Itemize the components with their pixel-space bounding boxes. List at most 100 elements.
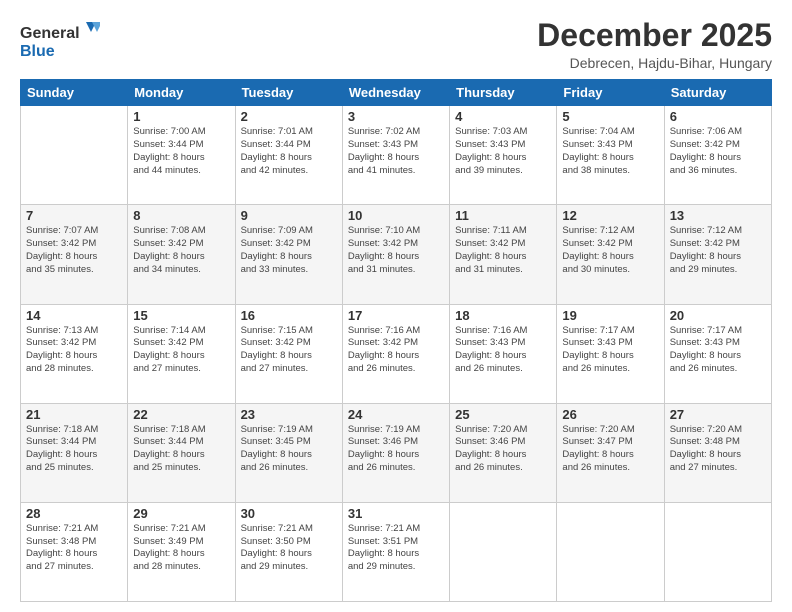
calendar-table: SundayMondayTuesdayWednesdayThursdayFrid… bbox=[20, 79, 772, 602]
day-info: Sunrise: 7:01 AM Sunset: 3:44 PM Dayligh… bbox=[241, 126, 337, 177]
calendar-day-cell: 3Sunrise: 7:02 AM Sunset: 3:43 PM Daylig… bbox=[342, 106, 449, 205]
logo-svg: General Blue bbox=[20, 18, 100, 64]
day-info: Sunrise: 7:03 AM Sunset: 3:43 PM Dayligh… bbox=[455, 126, 551, 177]
calendar-day-cell: 29 Sunrise: 7:21 AM Sunset: 3:49 PM Dayli… bbox=[128, 502, 235, 601]
calendar-week-row: 28Sunrise: 7:21 AM Sunset: 3:48 PM Dayli… bbox=[21, 502, 772, 601]
calendar-day-cell: 6 Sunrise: 7:06 AM Sunset: 3:42 PM Daylig… bbox=[664, 106, 771, 205]
day-number: 26 bbox=[562, 407, 658, 422]
calendar-week-row: 1Sunrise: 7:00 AM Sunset: 3:44 PM Daylig… bbox=[21, 106, 772, 205]
day-number: 17 bbox=[348, 308, 444, 323]
calendar-day-header: Tuesday bbox=[235, 80, 342, 106]
calendar-day-cell: 20Sunrise: 7:17 AM Sunset: 3:43 PM Dayli… bbox=[664, 304, 771, 403]
calendar-day-cell bbox=[664, 502, 771, 601]
day-number: 19 bbox=[562, 308, 658, 323]
day-number: 7 bbox=[26, 208, 122, 223]
day-info: Sunrise: 7:13 AM Sunset: 3:42 PM Dayligh… bbox=[26, 325, 122, 376]
calendar-day-cell: 24Sunrise: 7:19 AM Sunset: 3:46 PM Dayli… bbox=[342, 403, 449, 502]
calendar-day-cell: 13 Sunrise: 7:12 AM Sunset: 3:42 PM Dayli… bbox=[664, 205, 771, 304]
calendar-day-cell: 15Sunrise: 7:14 AM Sunset: 3:42 PM Dayli… bbox=[128, 304, 235, 403]
calendar-day-cell: 25 Sunrise: 7:20 AM Sunset: 3:46 PM Dayli… bbox=[450, 403, 557, 502]
day-number: 18 bbox=[455, 308, 551, 323]
calendar-day-cell: 8 Sunrise: 7:08 AM Sunset: 3:42 PM Daylig… bbox=[128, 205, 235, 304]
day-info: Sunrise: 7:00 AM Sunset: 3:44 PM Dayligh… bbox=[133, 126, 229, 177]
day-number: 5 bbox=[562, 109, 658, 124]
day-number: 15 bbox=[133, 308, 229, 323]
calendar-day-cell bbox=[21, 106, 128, 205]
calendar-day-cell: 11Sunrise: 7:11 AM Sunset: 3:42 PM Dayli… bbox=[450, 205, 557, 304]
calendar-day-cell bbox=[557, 502, 664, 601]
day-info: Sunrise: 7:18 AM Sunset: 3:44 PM Dayligh… bbox=[133, 424, 229, 475]
day-info: Sunrise: 7:20 AM Sunset: 3:47 PM Dayligh… bbox=[562, 424, 658, 475]
calendar-day-cell: 19 Sunrise: 7:17 AM Sunset: 3:43 PM Dayli… bbox=[557, 304, 664, 403]
calendar-week-row: 21 Sunrise: 7:18 AM Sunset: 3:44 PM Dayli… bbox=[21, 403, 772, 502]
day-number: 29 bbox=[133, 506, 229, 521]
day-info: Sunrise: 7:19 AM Sunset: 3:45 PM Dayligh… bbox=[241, 424, 337, 475]
day-info: Sunrise: 7:17 AM Sunset: 3:43 PM Dayligh… bbox=[562, 325, 658, 376]
day-info: Sunrise: 7:16 AM Sunset: 3:43 PM Dayligh… bbox=[455, 325, 551, 376]
calendar-day-header: Thursday bbox=[450, 80, 557, 106]
header: General Blue December 2025 Debrecen, Haj… bbox=[20, 18, 772, 71]
logo: General Blue bbox=[20, 18, 100, 64]
day-number: 2 bbox=[241, 109, 337, 124]
day-info: Sunrise: 7:16 AM Sunset: 3:42 PM Dayligh… bbox=[348, 325, 444, 376]
month-title: December 2025 bbox=[537, 18, 772, 53]
day-info: Sunrise: 7:19 AM Sunset: 3:46 PM Dayligh… bbox=[348, 424, 444, 475]
calendar-day-cell: 26 Sunrise: 7:20 AM Sunset: 3:47 PM Dayli… bbox=[557, 403, 664, 502]
day-info: Sunrise: 7:06 AM Sunset: 3:42 PM Dayligh… bbox=[670, 126, 766, 177]
day-number: 20 bbox=[670, 308, 766, 323]
day-info: Sunrise: 7:12 AM Sunset: 3:42 PM Dayligh… bbox=[562, 225, 658, 276]
day-number: 16 bbox=[241, 308, 337, 323]
calendar-day-cell: 4 Sunrise: 7:03 AM Sunset: 3:43 PM Daylig… bbox=[450, 106, 557, 205]
day-info: Sunrise: 7:12 AM Sunset: 3:42 PM Dayligh… bbox=[670, 225, 766, 276]
location-subtitle: Debrecen, Hajdu-Bihar, Hungary bbox=[537, 55, 772, 71]
calendar-day-cell: 28Sunrise: 7:21 AM Sunset: 3:48 PM Dayli… bbox=[21, 502, 128, 601]
day-number: 8 bbox=[133, 208, 229, 223]
calendar-day-cell: 31 Sunrise: 7:21 AM Sunset: 3:51 PM Dayli… bbox=[342, 502, 449, 601]
day-info: Sunrise: 7:07 AM Sunset: 3:42 PM Dayligh… bbox=[26, 225, 122, 276]
calendar-day-cell: 9Sunrise: 7:09 AM Sunset: 3:42 PM Daylig… bbox=[235, 205, 342, 304]
day-info: Sunrise: 7:21 AM Sunset: 3:51 PM Dayligh… bbox=[348, 523, 444, 574]
day-number: 28 bbox=[26, 506, 122, 521]
calendar-day-header: Sunday bbox=[21, 80, 128, 106]
title-section: December 2025 Debrecen, Hajdu-Bihar, Hun… bbox=[537, 18, 772, 71]
day-number: 22 bbox=[133, 407, 229, 422]
day-info: Sunrise: 7:20 AM Sunset: 3:46 PM Dayligh… bbox=[455, 424, 551, 475]
calendar-day-cell: 27 Sunrise: 7:20 AM Sunset: 3:48 PM Dayli… bbox=[664, 403, 771, 502]
calendar-day-cell: 21Sunrise: 7:18 AM Sunset: 3:44 PM Dayli… bbox=[21, 403, 128, 502]
day-number: 21 bbox=[26, 407, 122, 422]
day-info: Sunrise: 7:20 AM Sunset: 3:48 PM Dayligh… bbox=[670, 424, 766, 475]
day-info: Sunrise: 7:15 AM Sunset: 3:42 PM Dayligh… bbox=[241, 325, 337, 376]
logo-blue: Blue bbox=[20, 43, 55, 60]
day-number: 27 bbox=[670, 407, 766, 422]
day-number: 31 bbox=[348, 506, 444, 521]
calendar-day-header: Saturday bbox=[664, 80, 771, 106]
calendar-day-cell: 1Sunrise: 7:00 AM Sunset: 3:44 PM Daylig… bbox=[128, 106, 235, 205]
day-number: 4 bbox=[455, 109, 551, 124]
day-number: 6 bbox=[670, 109, 766, 124]
day-number: 11 bbox=[455, 208, 551, 223]
day-info: Sunrise: 7:04 AM Sunset: 3:43 PM Dayligh… bbox=[562, 126, 658, 177]
calendar-header-row: SundayMondayTuesdayWednesdayThursdayFrid… bbox=[21, 80, 772, 106]
calendar-day-header: Friday bbox=[557, 80, 664, 106]
calendar-week-row: 7 Sunrise: 7:07 AM Sunset: 3:42 PM Daylig… bbox=[21, 205, 772, 304]
day-info: Sunrise: 7:09 AM Sunset: 3:42 PM Dayligh… bbox=[241, 225, 337, 276]
calendar-day-cell: 12Sunrise: 7:12 AM Sunset: 3:42 PM Dayli… bbox=[557, 205, 664, 304]
calendar-day-cell: 5 Sunrise: 7:04 AM Sunset: 3:43 PM Daylig… bbox=[557, 106, 664, 205]
day-info: Sunrise: 7:21 AM Sunset: 3:50 PM Dayligh… bbox=[241, 523, 337, 574]
calendar-week-row: 14 Sunrise: 7:13 AM Sunset: 3:42 PM Dayli… bbox=[21, 304, 772, 403]
calendar-day-cell: 2 Sunrise: 7:01 AM Sunset: 3:44 PM Daylig… bbox=[235, 106, 342, 205]
day-info: Sunrise: 7:08 AM Sunset: 3:42 PM Dayligh… bbox=[133, 225, 229, 276]
day-number: 10 bbox=[348, 208, 444, 223]
calendar-day-cell: 23Sunrise: 7:19 AM Sunset: 3:45 PM Dayli… bbox=[235, 403, 342, 502]
day-number: 25 bbox=[455, 407, 551, 422]
calendar-day-cell: 10Sunrise: 7:10 AM Sunset: 3:42 PM Dayli… bbox=[342, 205, 449, 304]
calendar-day-cell: 22 Sunrise: 7:18 AM Sunset: 3:44 PM Dayli… bbox=[128, 403, 235, 502]
day-number: 13 bbox=[670, 208, 766, 223]
calendar-day-cell: 18 Sunrise: 7:16 AM Sunset: 3:43 PM Dayli… bbox=[450, 304, 557, 403]
day-info: Sunrise: 7:21 AM Sunset: 3:49 PM Dayligh… bbox=[133, 523, 229, 574]
day-number: 14 bbox=[26, 308, 122, 323]
calendar-day-cell: 14 Sunrise: 7:13 AM Sunset: 3:42 PM Dayli… bbox=[21, 304, 128, 403]
day-number: 3 bbox=[348, 109, 444, 124]
calendar-day-cell: 7 Sunrise: 7:07 AM Sunset: 3:42 PM Daylig… bbox=[21, 205, 128, 304]
calendar-day-cell: 30Sunrise: 7:21 AM Sunset: 3:50 PM Dayli… bbox=[235, 502, 342, 601]
